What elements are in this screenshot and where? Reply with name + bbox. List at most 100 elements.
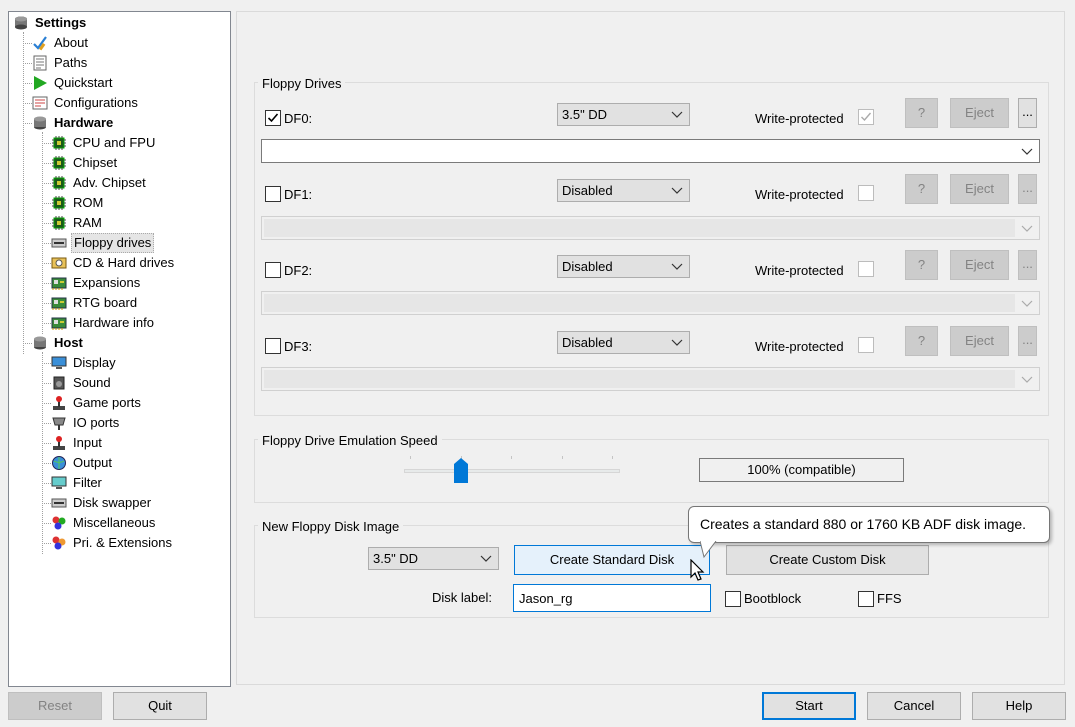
drive-path-select[interactable] <box>261 139 1040 163</box>
new-disk-type-value: 3.5" DD <box>373 551 419 566</box>
drive-path-select[interactable] <box>261 367 1040 391</box>
drive-type-value: 3.5" DD <box>562 107 608 122</box>
mouse-cursor-icon <box>690 559 705 581</box>
tree-label: Hardware info <box>73 315 154 330</box>
drive-name: DF2: <box>284 263 313 278</box>
tree-label: Game ports <box>73 395 141 410</box>
browse-button[interactable]: ... <box>1018 174 1037 204</box>
tree-label: CD & Hard drives <box>73 255 175 270</box>
write-protected-label: Write-protected <box>755 263 844 278</box>
colored-dots-icon <box>51 515 67 531</box>
drive-path-select[interactable] <box>261 216 1040 240</box>
slider-tick <box>410 456 411 459</box>
expansion-board-icon <box>51 275 67 291</box>
tree-label: Configurations <box>54 95 138 110</box>
tooltip: Creates a standard 880 or 1760 KB ADF di… <box>688 506 1050 543</box>
tree-label: Miscellaneous <box>73 515 156 530</box>
chevron-down-icon <box>480 548 492 569</box>
drive-name: DF3: <box>284 339 313 354</box>
quit-button[interactable]: Quit <box>113 692 207 720</box>
drive-enable-checkbox[interactable] <box>265 338 281 354</box>
joystick-icon <box>51 435 67 451</box>
create-custom-disk-button[interactable]: Create Custom Disk <box>726 545 929 575</box>
browse-button[interactable]: ... <box>1018 250 1037 280</box>
disk-label-input[interactable] <box>513 584 711 612</box>
tree-label: ROM <box>73 195 104 210</box>
tree-label: Chipset <box>73 155 118 170</box>
create-standard-disk-button[interactable]: Create Standard Disk <box>514 545 710 575</box>
bootblock-checkbox[interactable] <box>725 591 741 607</box>
settings-tree[interactable]: Settings About Paths Quickstart Configurati… <box>8 11 231 687</box>
tree-label: Output <box>73 455 113 470</box>
write-protected-checkbox[interactable] <box>858 261 874 277</box>
chevron-down-icon <box>671 104 683 125</box>
floppy-drive-icon <box>51 235 67 251</box>
expansion-board-icon <box>51 315 67 331</box>
disk-swapper-icon <box>51 495 67 511</box>
drive-info-button[interactable]: ? <box>905 326 938 356</box>
tree-label: IO ports <box>73 415 120 430</box>
cancel-button[interactable]: Cancel <box>867 692 961 720</box>
slider-thumb[interactable] <box>454 458 468 486</box>
emulation-speed-value: 100% (compatible) <box>699 458 904 482</box>
eject-button[interactable]: Eject <box>950 98 1009 128</box>
browse-button[interactable]: ... <box>1018 326 1037 356</box>
drive-stack-icon <box>32 335 48 351</box>
drive-stack-icon <box>13 15 29 31</box>
tree-label: Floppy drives <box>71 233 155 253</box>
slider-tick <box>562 456 563 459</box>
write-protected-checkbox[interactable] <box>858 337 874 353</box>
drive-stack-icon <box>32 115 48 131</box>
new-disk-type-select[interactable]: 3.5" DD <box>368 547 499 570</box>
floppy-drives-group <box>254 82 1049 416</box>
tree-label: Quickstart <box>54 75 113 90</box>
browse-button[interactable]: ... <box>1018 98 1037 128</box>
chip-icon <box>51 155 67 171</box>
eject-button[interactable]: Eject <box>950 326 1009 356</box>
globe-icon <box>51 455 67 471</box>
drive-type-select[interactable]: 3.5" DD <box>557 103 690 126</box>
drive-enable-checkbox[interactable] <box>265 186 281 202</box>
help-button[interactable]: Help <box>972 692 1066 720</box>
speaker-icon <box>51 375 67 391</box>
tree-label: Paths <box>54 55 88 70</box>
ffs-checkbox[interactable] <box>858 591 874 607</box>
tooltip-pointer <box>700 541 717 559</box>
write-protected-checkbox[interactable] <box>858 109 874 125</box>
slider-tick <box>511 456 512 459</box>
drive-type-select[interactable]: Disabled <box>557 179 690 202</box>
floppy-drives-title: Floppy Drives <box>258 76 346 92</box>
tooltip-text: Creates a standard 880 or 1760 KB ADF di… <box>700 516 1027 532</box>
drive-enable-checkbox[interactable] <box>265 262 281 278</box>
drive-path-select[interactable] <box>261 291 1040 315</box>
tree-label: Host <box>54 335 83 350</box>
drive-info-button[interactable]: ? <box>905 98 938 128</box>
disk-label-caption: Disk label: <box>432 590 492 605</box>
tree-label: Display <box>73 355 116 370</box>
drive-type-select[interactable]: Disabled <box>557 255 690 278</box>
bootblock-label: Bootblock <box>744 591 802 606</box>
drive-info-button[interactable]: ? <box>905 174 938 204</box>
hard-drive-icon <box>51 255 67 271</box>
start-button[interactable]: Start <box>762 692 856 720</box>
emulation-speed-slider[interactable] <box>404 469 620 473</box>
drive-name: DF0: <box>284 111 313 126</box>
chevron-down-icon <box>1019 370 1035 388</box>
drive-enable-checkbox[interactable] <box>265 110 281 126</box>
chevron-down-icon <box>1019 219 1035 237</box>
chip-icon <box>51 175 67 191</box>
drive-type-value: Disabled <box>562 335 613 350</box>
document-list-icon <box>32 55 48 71</box>
chevron-down-icon <box>671 332 683 353</box>
eject-button[interactable]: Eject <box>950 250 1009 280</box>
tree-label: RAM <box>73 215 102 230</box>
tree-label: RTG board <box>73 295 138 310</box>
drive-type-select[interactable]: Disabled <box>557 331 690 354</box>
port-connector-icon <box>51 415 67 431</box>
drive-info-button[interactable]: ? <box>905 250 938 280</box>
reset-button[interactable]: Reset <box>8 692 102 720</box>
chevron-down-icon <box>671 180 683 201</box>
write-protected-checkbox[interactable] <box>858 185 874 201</box>
eject-button[interactable]: Eject <box>950 174 1009 204</box>
drive-name: DF1: <box>284 187 313 202</box>
